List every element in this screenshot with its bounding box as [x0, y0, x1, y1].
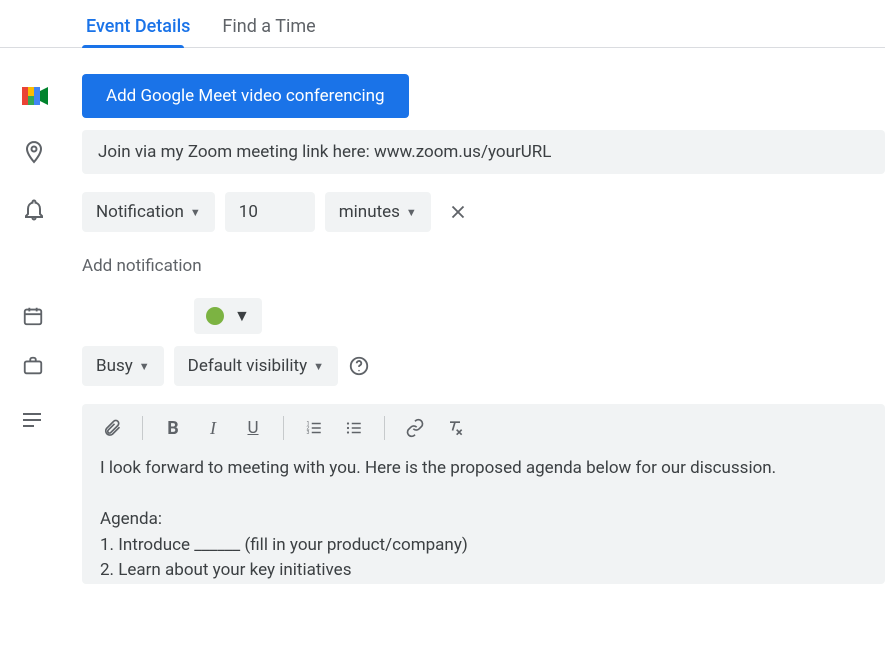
bulleted-list-button[interactable] [338, 412, 370, 444]
add-google-meet-button[interactable]: Add Google Meet video conferencing [82, 74, 409, 118]
tab-find-a-time[interactable]: Find a Time [218, 8, 319, 47]
italic-button[interactable]: I [197, 412, 229, 444]
tab-event-details[interactable]: Event Details [82, 8, 194, 47]
numbered-list-button[interactable]: 1 2 3 [298, 412, 330, 444]
notification-unit-label: minutes [339, 202, 400, 222]
location-icon [22, 140, 46, 164]
availability-label: Busy [96, 356, 133, 376]
caret-down-icon: ▼ [313, 360, 324, 373]
calendar-icon [22, 305, 44, 327]
availability-dropdown[interactable]: Busy ▼ [82, 346, 164, 386]
attachment-button[interactable] [96, 412, 128, 444]
visibility-label: Default visibility [188, 356, 307, 376]
description-icon [22, 412, 42, 428]
notification-type-label: Notification [96, 202, 184, 222]
svg-text:3: 3 [307, 430, 310, 436]
bold-button[interactable]: B [157, 412, 189, 444]
notification-value-input[interactable] [225, 192, 315, 232]
caret-down-icon: ▼ [234, 306, 250, 326]
notification-icon [22, 198, 46, 222]
visibility-dropdown[interactable]: Default visibility ▼ [174, 346, 338, 386]
description-text[interactable]: I look forward to meeting with you. Here… [82, 452, 885, 584]
calendar-color-dropdown[interactable]: ▼ [194, 298, 262, 334]
remove-notification-button[interactable] [441, 201, 475, 223]
caret-down-icon: ▼ [190, 206, 201, 219]
calendar-color-dot [206, 307, 224, 325]
formatting-toolbar: B I U 1 2 3 [82, 404, 885, 452]
link-button[interactable] [399, 412, 431, 444]
description-editor[interactable]: B I U 1 2 3 [82, 404, 885, 584]
caret-down-icon: ▼ [139, 360, 150, 373]
clear-formatting-button[interactable] [439, 412, 471, 444]
briefcase-icon [22, 355, 44, 377]
add-notification-button[interactable]: Add notification [82, 256, 202, 276]
notification-unit-dropdown[interactable]: minutes ▼ [325, 192, 431, 232]
notification-type-dropdown[interactable]: Notification ▼ [82, 192, 215, 232]
google-meet-icon [22, 85, 48, 107]
underline-button[interactable]: U [237, 412, 269, 444]
caret-down-icon: ▼ [406, 206, 417, 219]
visibility-help-icon[interactable] [348, 355, 370, 377]
event-tabs: Event Details Find a Time [0, 8, 885, 48]
location-input[interactable] [82, 130, 885, 174]
